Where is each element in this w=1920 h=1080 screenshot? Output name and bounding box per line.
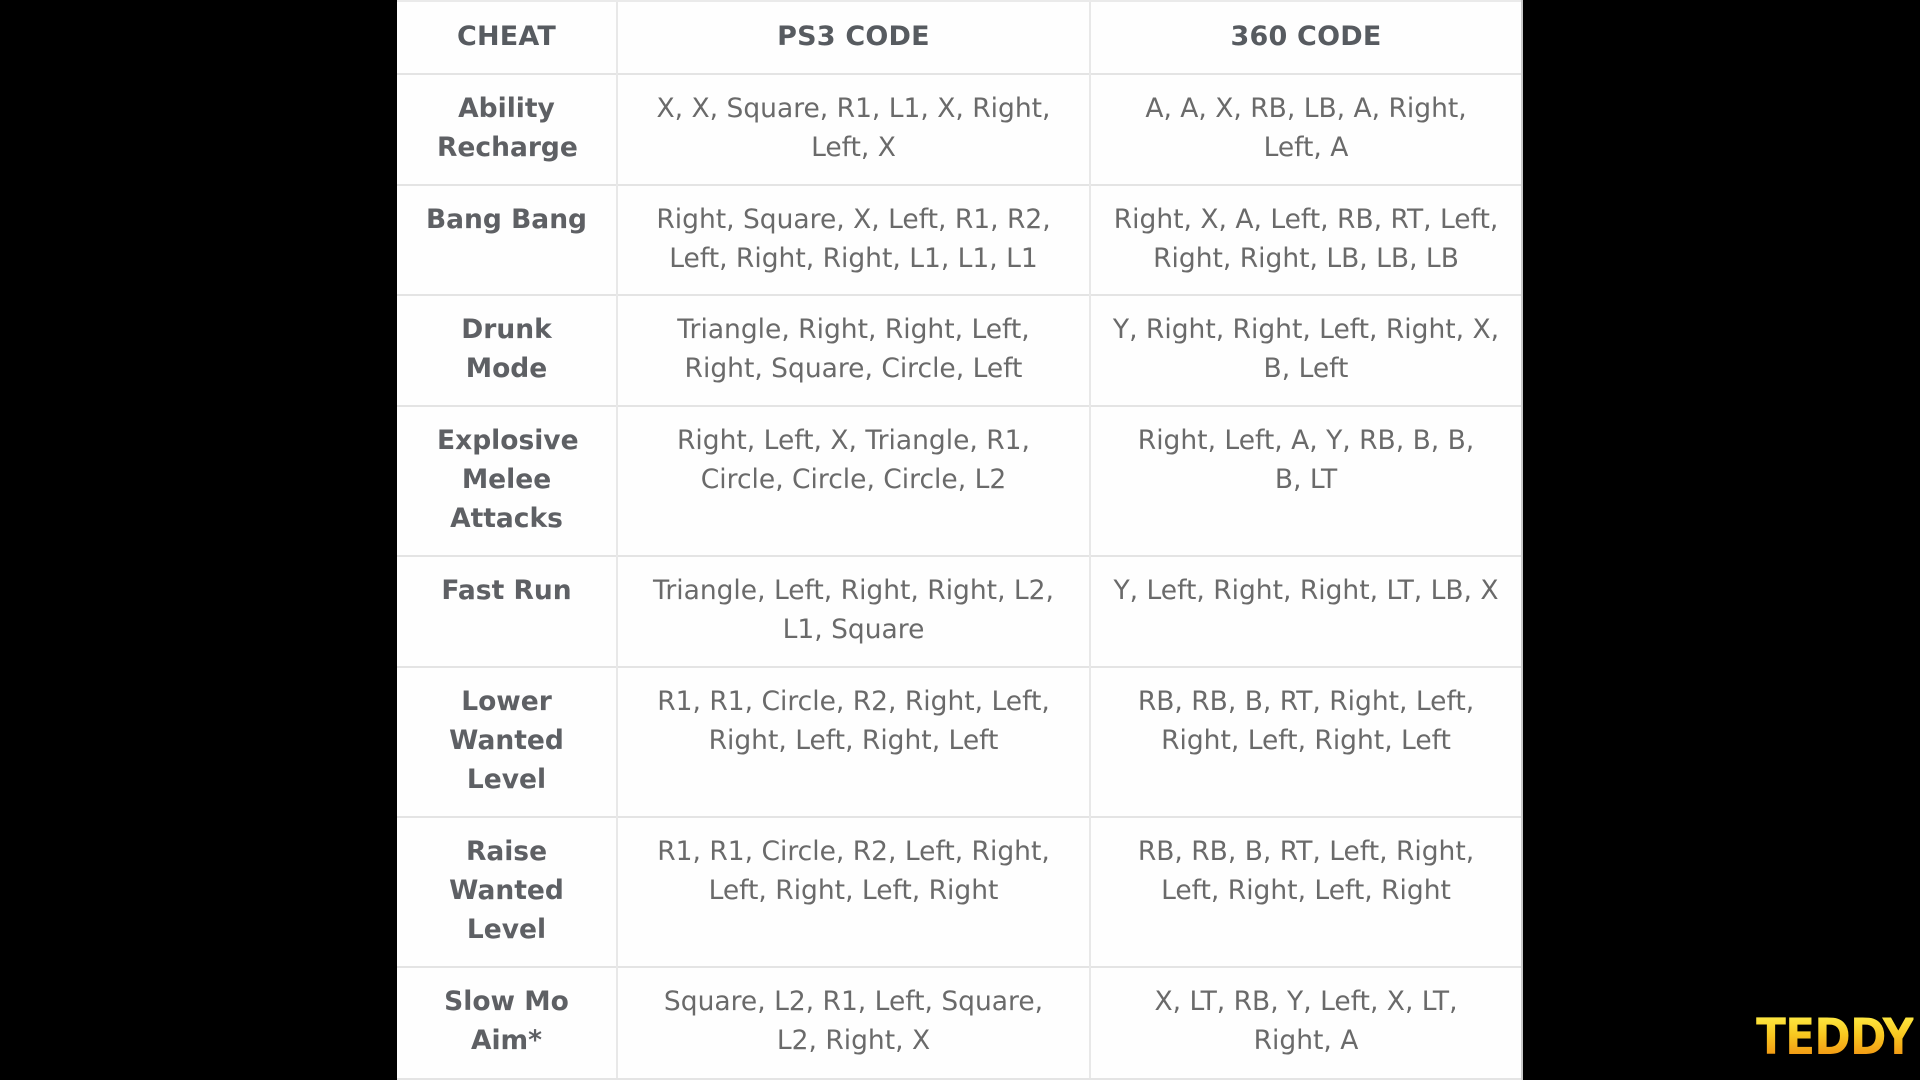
x360-code: RB, RB, B, RT, Left, Right, Left, Right,… [1089,816,1521,967]
table-row: Fast Run Triangle, Left, Right, Right, L… [397,555,1521,667]
table-row: Ability Recharge X, X, Square, R1, L1, X… [397,73,1521,185]
table-row: Slow Mo Aim* Square, L2, R1, Left, Squar… [397,966,1521,1080]
ps3-code: X, X, Square, R1, L1, X, Right, Left, X [616,73,1090,185]
ps3-code: Right, Left, X, Triangle, R1, Circle, Ci… [616,405,1090,556]
table-row: Bang Bang Right, Square, X, Left, R1, R2… [397,184,1521,295]
ps3-code: Triangle, Left, Right, Right, L2, L1, Sq… [616,555,1090,667]
channel-watermark-logo: TEDDY [1756,1008,1914,1066]
cheat-name: Explosive Melee Attacks [397,405,617,556]
cheat-name: Bang Bang [397,184,617,295]
table-row: Explosive Melee Attacks Right, Left, X, … [397,405,1521,556]
ps3-code: R1, R1, Circle, R2, Left, Right, Left, R… [616,816,1090,967]
cheat-name: Lower Wanted Level [397,666,617,817]
x360-code: Right, X, A, Left, RB, RT, Left, Right, … [1089,184,1521,295]
x360-code: A, A, X, RB, LB, A, Right, Left, A [1089,73,1521,185]
ps3-code: Square, L2, R1, Left, Square, L2, Right,… [616,966,1090,1080]
cheat-name: Drunk Mode [397,294,617,406]
header-row: CHEAT PS3 CODE 360 CODE [397,0,1521,74]
table-row: Drunk Mode Triangle, Right, Right, Left,… [397,294,1521,406]
cheat-name: Raise Wanted Level [397,816,617,967]
cheat-table-panel: CHEAT PS3 CODE 360 CODE Ability Recharge… [397,0,1523,1080]
x360-code: Y, Right, Right, Left, Right, X, B, Left [1089,294,1521,406]
table-row: Raise Wanted Level R1, R1, Circle, R2, L… [397,816,1521,967]
header-360-code: 360 CODE [1089,0,1521,74]
header-ps3-code: PS3 CODE [616,0,1090,74]
x360-code: Y, Left, Right, Right, LT, LB, X [1089,555,1521,667]
ps3-code: R1, R1, Circle, R2, Right, Left, Right, … [616,666,1090,817]
table-row: Lower Wanted Level R1, R1, Circle, R2, R… [397,666,1521,817]
cheat-name: Ability Recharge [397,73,617,185]
ps3-code: Right, Square, X, Left, R1, R2, Left, Ri… [616,184,1090,295]
x360-code: Right, Left, A, Y, RB, B, B, B, LT [1089,405,1521,556]
video-frame: CHEAT PS3 CODE 360 CODE Ability Recharge… [0,0,1920,1080]
cheat-name: Slow Mo Aim* [397,966,617,1080]
header-cheat: CHEAT [397,0,617,74]
x360-code: RB, RB, B, RT, Right, Left, Right, Left,… [1089,666,1521,817]
x360-code: X, LT, RB, Y, Left, X, LT, Right, A [1089,966,1521,1080]
cheat-name: Fast Run [397,555,617,667]
ps3-code: Triangle, Right, Right, Left, Right, Squ… [616,294,1090,406]
cheat-codes-table: CHEAT PS3 CODE 360 CODE Ability Recharge… [397,0,1521,1080]
